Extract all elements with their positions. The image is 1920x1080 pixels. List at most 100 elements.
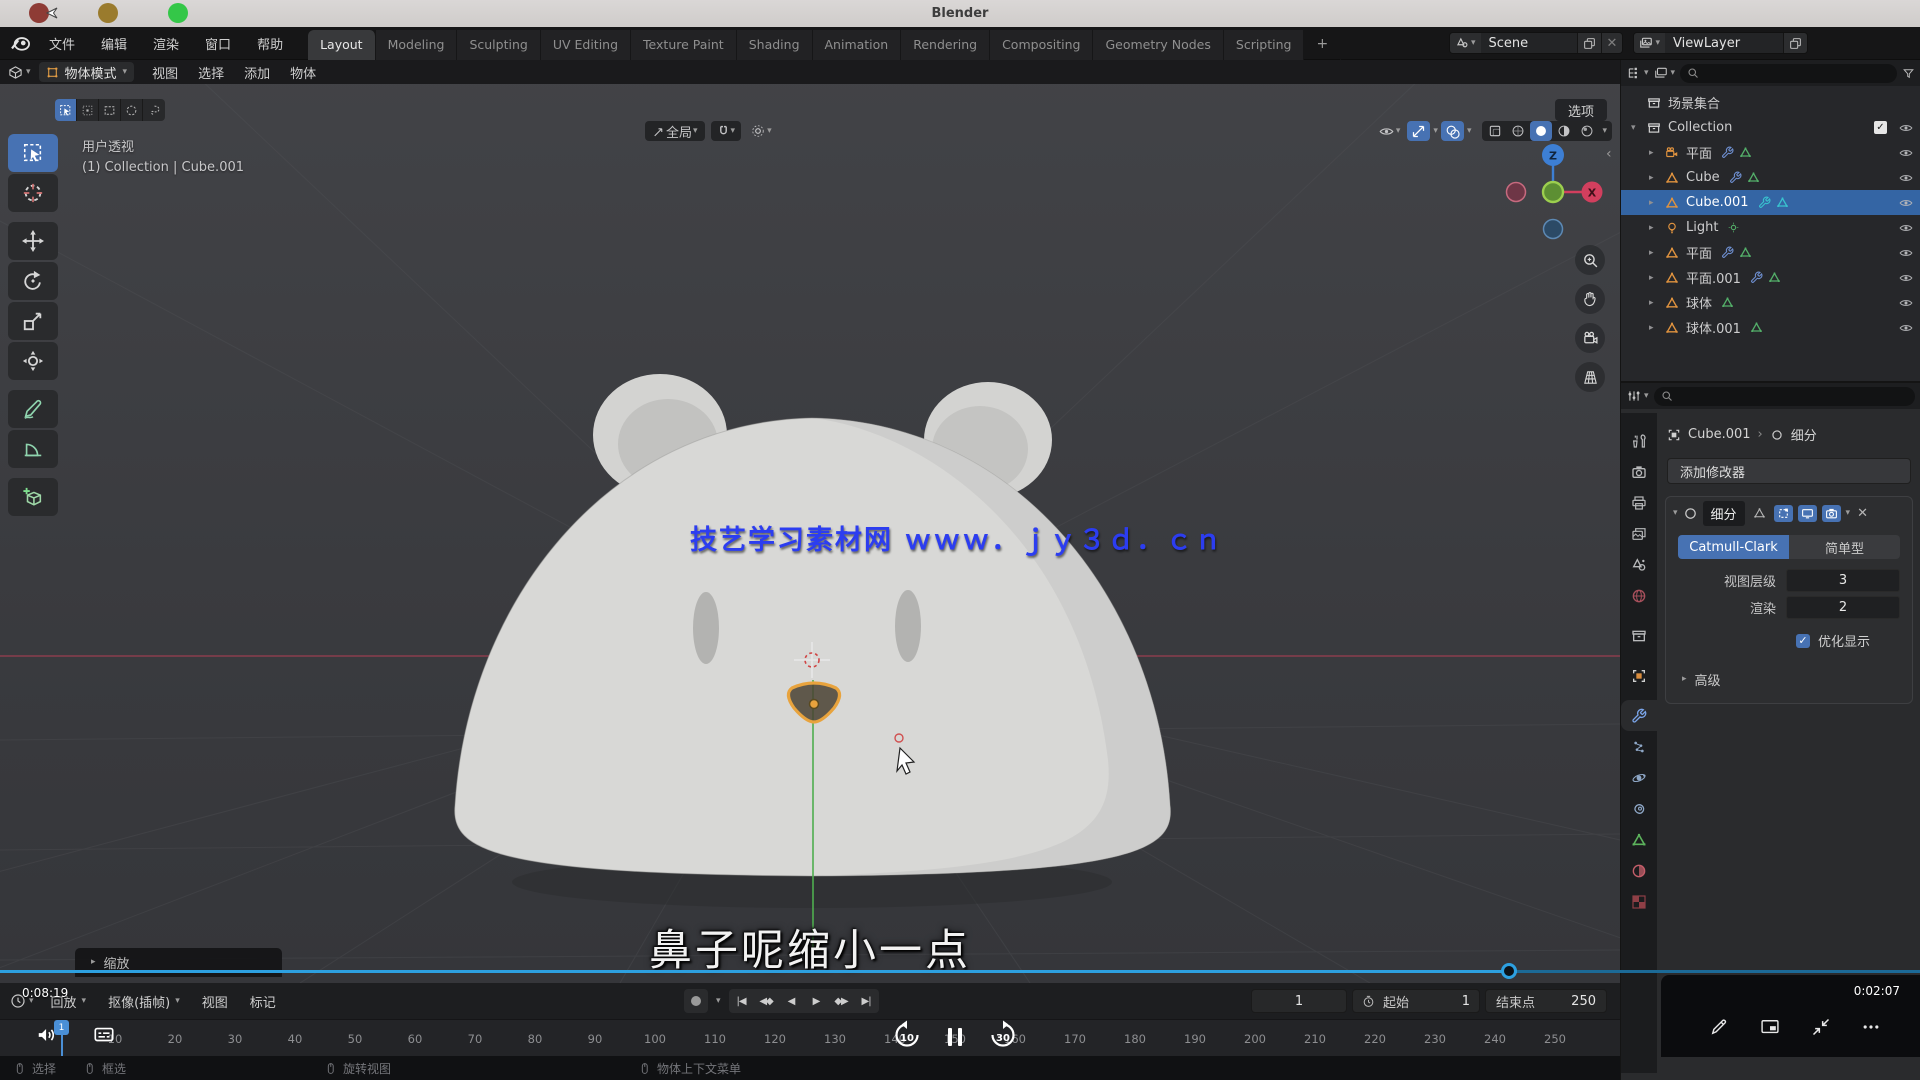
outliner-editor-type-button[interactable]: ▾ xyxy=(1627,66,1649,80)
menu-编辑[interactable]: 编辑 xyxy=(90,30,138,57)
volume-icon[interactable] xyxy=(36,1024,58,1046)
modifier-realtime-toggle[interactable] xyxy=(1798,505,1817,522)
timeline-menu-标记[interactable]: 标记 xyxy=(241,989,285,1014)
tab-sculpting[interactable]: Sculpting xyxy=(457,30,540,60)
toggle-perspective-button[interactable] xyxy=(1575,362,1605,392)
modifier-extras-dropdown[interactable]: ▾ xyxy=(1846,509,1851,518)
tab-texture-paint[interactable]: Texture Paint xyxy=(631,30,737,60)
notes-pencil-icon[interactable] xyxy=(1709,1017,1729,1037)
camera-view-button[interactable] xyxy=(1575,323,1605,353)
frame-end-field[interactable]: 结束点 250 xyxy=(1485,989,1607,1013)
editor-type-button[interactable]: ▾ xyxy=(8,65,31,80)
properties-tab-object[interactable] xyxy=(1621,660,1657,691)
previous-keyframe-button[interactable]: ◀◆ xyxy=(754,989,779,1013)
scale-tool[interactable] xyxy=(8,302,58,340)
outliner-item-label[interactable]: Collection xyxy=(1668,120,1732,135)
hide-eye-icon[interactable] xyxy=(1899,246,1913,260)
keying-dropdown[interactable]: ▾ xyxy=(716,997,721,1006)
field-value[interactable]: 3 xyxy=(1786,569,1900,592)
row-wrench-icon[interactable] xyxy=(1750,271,1763,284)
properties-tab-modifiers[interactable] xyxy=(1621,700,1657,731)
video-progress-knob[interactable] xyxy=(1501,963,1517,979)
zoom-window-button[interactable] xyxy=(168,3,188,23)
pip-icon[interactable] xyxy=(1759,1017,1781,1037)
hide-eye-icon[interactable] xyxy=(1899,196,1913,210)
tab-modeling[interactable]: Modeling xyxy=(376,30,458,60)
tweak-select-button[interactable] xyxy=(55,99,77,121)
overlays-toggle[interactable] xyxy=(1441,121,1464,141)
xray-toggle[interactable] xyxy=(1484,121,1506,141)
outliner-row-Collection[interactable]: ▾ Collection ✓ xyxy=(1621,115,1920,140)
shading-wireframe-button[interactable] xyxy=(1507,121,1529,141)
viewport-menu-添加[interactable]: 添加 xyxy=(234,60,280,85)
properties-tab-collection[interactable] xyxy=(1621,620,1657,651)
properties-tab-particles[interactable] xyxy=(1621,731,1657,762)
next-keyframe-button[interactable]: ◆▶ xyxy=(829,989,854,1013)
properties-tab-scene[interactable] xyxy=(1621,549,1657,580)
viewport-3d[interactable]: ▾ 物体模式▾ 视图选择添加物体 全局▾ ▾ ▾ ▾ xyxy=(0,60,1620,983)
pan-view-button[interactable] xyxy=(1575,284,1605,314)
properties-tab-view-layer[interactable] xyxy=(1621,518,1657,549)
play-reverse-button[interactable]: ◀ xyxy=(779,989,804,1013)
viewlayer-selector[interactable]: ▾ ViewLayer xyxy=(1633,32,1808,54)
modifier-render-toggle[interactable] xyxy=(1822,505,1841,522)
timeline-menu-视图[interactable]: 视图 xyxy=(193,989,237,1014)
transform-orientation[interactable]: 全局▾ xyxy=(645,121,705,141)
outliner-display-mode[interactable]: ▾ xyxy=(1654,66,1676,80)
box-select-button[interactable] xyxy=(77,99,99,121)
select-box-tool[interactable] xyxy=(8,134,58,172)
viewlayer-name[interactable]: ViewLayer xyxy=(1665,36,1783,51)
add-workspace-button[interactable]: + xyxy=(1304,29,1341,60)
outliner-item-label[interactable]: 平面 xyxy=(1686,143,1712,162)
play-button[interactable]: ▶ xyxy=(804,989,829,1013)
circle-select-button[interactable] xyxy=(121,99,143,121)
zoom-view-button[interactable] xyxy=(1575,245,1605,275)
hide-eye-icon[interactable] xyxy=(1899,146,1913,160)
menu-窗口[interactable]: 窗口 xyxy=(194,30,242,57)
outliner-search-input[interactable] xyxy=(1680,64,1897,83)
viewport-menu-视图[interactable]: 视图 xyxy=(142,60,188,85)
viewlayer-copy-button[interactable] xyxy=(1783,33,1807,53)
more-options-icon[interactable] xyxy=(1861,1017,1881,1037)
outliner-row-Light[interactable]: ▸ Light xyxy=(1621,215,1920,240)
properties-tab-render[interactable] xyxy=(1621,456,1657,487)
row-meshtri-icon[interactable] xyxy=(1747,171,1760,184)
row-meshtri-icon[interactable] xyxy=(1739,146,1752,159)
outliner-item-label[interactable]: Cube.001 xyxy=(1686,195,1749,210)
row-wrench-icon[interactable] xyxy=(1721,146,1734,159)
modifier-edit-mode-toggle[interactable] xyxy=(1750,505,1769,522)
properties-tab-constraints[interactable] xyxy=(1621,793,1657,824)
blender-logo-icon[interactable] xyxy=(10,34,32,52)
hide-eye-icon[interactable] xyxy=(1899,171,1913,185)
object-type-icon[interactable] xyxy=(1663,321,1681,335)
properties-tab-object-data[interactable] xyxy=(1621,824,1657,855)
properties-editor-type-button[interactable]: ▾ xyxy=(1627,389,1649,403)
proportional-editing-toggle[interactable]: ▾ xyxy=(747,121,776,141)
tab-scripting[interactable]: Scripting xyxy=(1224,30,1305,60)
hide-eye-icon[interactable] xyxy=(1899,121,1913,135)
row-meshtri-icon[interactable] xyxy=(1750,321,1763,334)
row-meshtri-icon[interactable] xyxy=(1739,246,1752,259)
row-meshtri-icon[interactable] xyxy=(1776,196,1789,209)
hide-eye-icon[interactable] xyxy=(1899,221,1913,235)
frame-start-field[interactable]: 起始 1 xyxy=(1352,989,1480,1013)
subtitle-toggle-icon[interactable] xyxy=(92,1024,116,1046)
properties-tab-texture[interactable] xyxy=(1621,886,1657,917)
hide-eye-icon[interactable] xyxy=(1899,271,1913,285)
scene-icon[interactable]: ▾ xyxy=(1450,33,1481,53)
outliner-filter-button[interactable] xyxy=(1902,67,1915,80)
object-type-icon[interactable] xyxy=(1663,221,1681,235)
row-wrench-icon[interactable] xyxy=(1758,196,1771,209)
gizmo-y-axis[interactable] xyxy=(1543,182,1563,202)
timeline-menu-抠像(插帧)[interactable]: 抠像(插帧) ▾ xyxy=(99,989,189,1014)
breadcrumb-modifier[interactable]: 细分 xyxy=(1791,425,1817,444)
outliner-item-label[interactable]: 平面 xyxy=(1686,243,1712,262)
object-type-icon[interactable] xyxy=(1663,246,1681,260)
add-modifier-button[interactable]: 添加修改器 xyxy=(1667,458,1911,484)
row-lightdata-icon[interactable] xyxy=(1727,221,1740,234)
outliner-row-Cube.001[interactable]: ▸ Cube.001 xyxy=(1621,190,1920,215)
box-select-2-button[interactable] xyxy=(99,99,121,121)
outliner-row-球体.001[interactable]: ▸ 球体.001 xyxy=(1621,315,1920,340)
properties-tab-world[interactable] xyxy=(1621,580,1657,611)
row-wrench-icon[interactable] xyxy=(1729,171,1742,184)
